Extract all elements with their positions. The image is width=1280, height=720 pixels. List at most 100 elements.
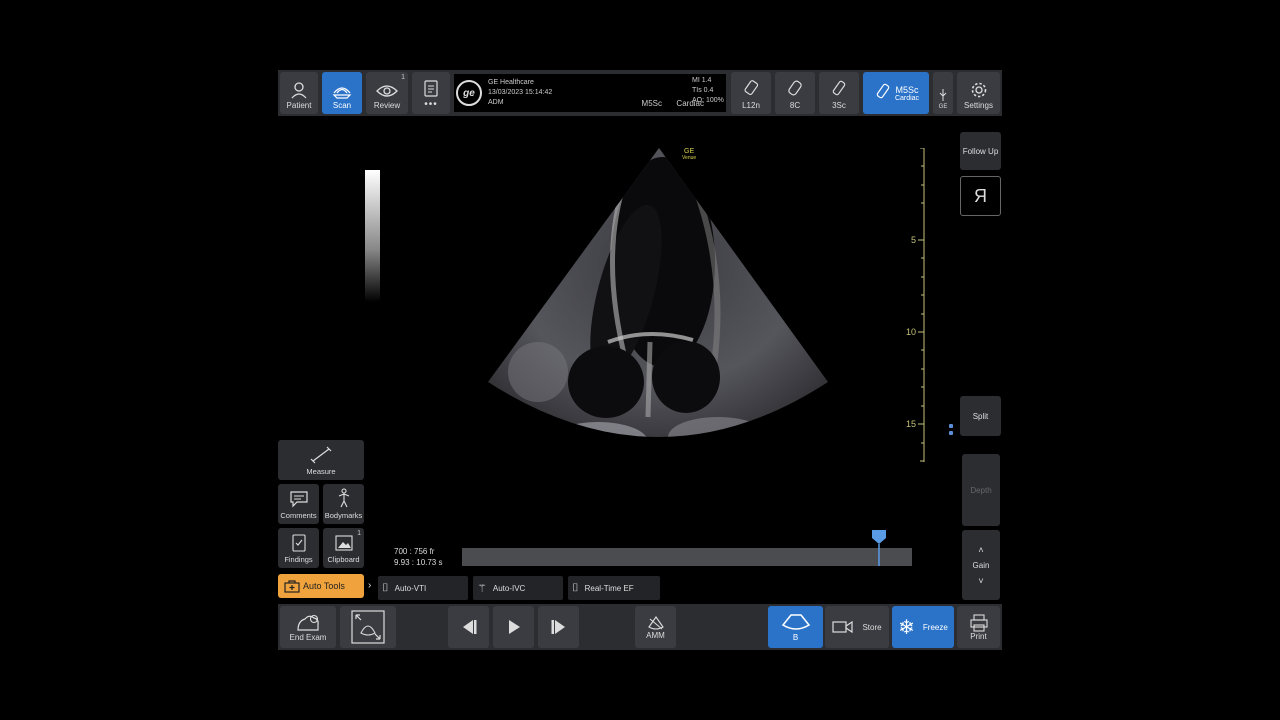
amm-button[interactable]: AMM [635,606,676,648]
measure-label: Measure [306,467,336,476]
bottom-toolbar: End Exam AMM B Store ❄ Freeze Print [278,604,1002,650]
freeze-button[interactable]: ❄ Freeze [892,606,954,648]
probe-8c-button[interactable]: 8C [775,72,815,114]
review-button[interactable]: 1 Review [366,72,408,114]
user-name: ADM [488,99,504,106]
auto-vti-label: Auto-VTI [394,583,427,593]
probe-mode: M5Sc [641,99,662,108]
patient-button[interactable]: Patient [280,72,318,114]
findings-button[interactable]: Findings [278,528,319,568]
b-mode-sector-icon [781,613,810,630]
clipboard-button[interactable]: 1 Clipboard [323,528,364,568]
invert-button[interactable]: R [960,176,1001,216]
cine-scrollbar[interactable] [462,530,912,566]
next-frame-button[interactable] [538,606,579,648]
ultrasound-sector-image [488,148,828,437]
amm-label: AMM [646,630,665,640]
heart-probe-icon: ⌷ [572,581,579,594]
person-icon [291,82,307,99]
more-menu-button[interactable]: ••• [412,72,450,114]
depth-tick-5: 5 [911,235,916,245]
auto-vti-button[interactable]: ⌷ Auto-VTI [378,576,468,600]
ge-small-label: GE [938,104,948,110]
b-mode-label: B [792,632,799,642]
grayscale-bar [365,170,380,302]
play-button[interactable] [493,606,534,648]
probe-small-icon: ⌷ [382,581,389,594]
depth-tick-10: 10 [906,327,916,337]
comments-label: Comments [280,511,317,520]
end-exam-icon [297,614,319,631]
scan-button[interactable]: Scan [322,72,362,114]
brand-sub-text: Venue [682,155,697,161]
exam-datetime: 13/03/2023 15:14:42 [488,89,553,96]
linear-probe-icon [744,80,759,96]
toolbox-icon [284,580,300,593]
step-back-icon [462,620,476,634]
patient-label: Patient [286,101,312,110]
store-button[interactable]: Store [825,606,889,648]
freeze-label: Freeze [922,622,948,632]
real-time-ef-label: Real-Time EF [584,583,634,593]
usb-icon [939,89,947,101]
ivc-icon: ⚚ [477,582,487,595]
auto-tools-button[interactable]: Auto Tools [278,574,364,598]
gain-up-icon: ˄ [978,544,984,555]
probe-3sc-button[interactable]: 3Sc [819,72,859,114]
depth-control[interactable]: Depth [962,454,1000,526]
settings-label: Settings [964,101,993,110]
body-icon [338,488,349,508]
print-label: Print [970,631,987,641]
auto-ivc-button[interactable]: ⚚ Auto-IVC [473,576,563,600]
measure-button[interactable]: Measure [278,440,364,480]
review-label: Review [373,101,401,110]
convex-probe-icon [788,80,802,96]
zoom-fit-icon [351,610,385,644]
depth-tick-15: 15 [906,419,916,429]
probe1-label: L12n [742,101,760,110]
gain-label: Gain [972,560,990,570]
probe-l12n-button[interactable]: L12n [731,72,771,114]
depth-label: Depth [970,485,992,495]
brand-text: GE [684,148,695,155]
b-mode-button[interactable]: B [768,606,823,648]
end-exam-label: End Exam [289,632,327,642]
previous-frame-button[interactable] [448,606,489,648]
auto-tools-label: Auto Tools [303,581,345,591]
step-forward-icon [551,620,565,634]
ge-logo-icon: ge [456,80,482,106]
auto-ivc-label: Auto-IVC [492,583,526,593]
focus-marker-1 [949,424,953,428]
end-exam-button[interactable]: End Exam [280,606,336,648]
exam-info-panel: ge GE Healthcare 13/03/2023 15:14:42 ADM… [454,74,726,112]
split-button[interactable]: Split [960,396,1001,436]
zoom-fit-button[interactable] [340,606,396,648]
active-probe-label: M5Sc [895,84,919,95]
review-badge: 1 [401,74,405,81]
auto-tools-row: Auto Tools › ⌷ Auto-VTI ⚚ Auto-IVC ⌷ Rea… [278,574,1002,600]
ultrasound-screen: Patient Scan 1 Review ••• ge GE Healthca… [278,70,1002,650]
active-probe-button[interactable]: M5Sc Cardiac [863,72,929,114]
cine-frame-info: 700 : 756 fr 9.93 : 10.73 s [394,546,442,568]
store-label: Store [862,622,882,632]
split-label: Split [972,411,989,421]
active-preset-label: Cardiac [894,94,920,102]
phased-probe-icon [832,80,846,96]
snowflake-icon: ❄ [898,616,915,639]
comments-button[interactable]: Comments [278,484,319,524]
settings-button[interactable]: Settings [957,72,1000,114]
findings-label: Findings [284,555,313,564]
probe-waves-icon [332,87,352,99]
active-probe-icon [876,83,890,99]
cine-position-marker[interactable] [871,530,886,571]
focus-marker-2 [949,431,953,435]
real-time-ef-button[interactable]: ⌷ Real-Time EF [568,576,660,600]
caliper-icon [310,446,332,464]
org-name: GE Healthcare [488,79,534,86]
clipboard-icon [424,80,438,97]
print-button[interactable]: Print [957,606,1000,648]
play-icon [508,620,520,634]
bodymarks-button[interactable]: Bodymarks [323,484,364,524]
clipboard-label: Clipboard [327,555,360,564]
follow-up-button[interactable]: Follow Up [960,132,1001,170]
